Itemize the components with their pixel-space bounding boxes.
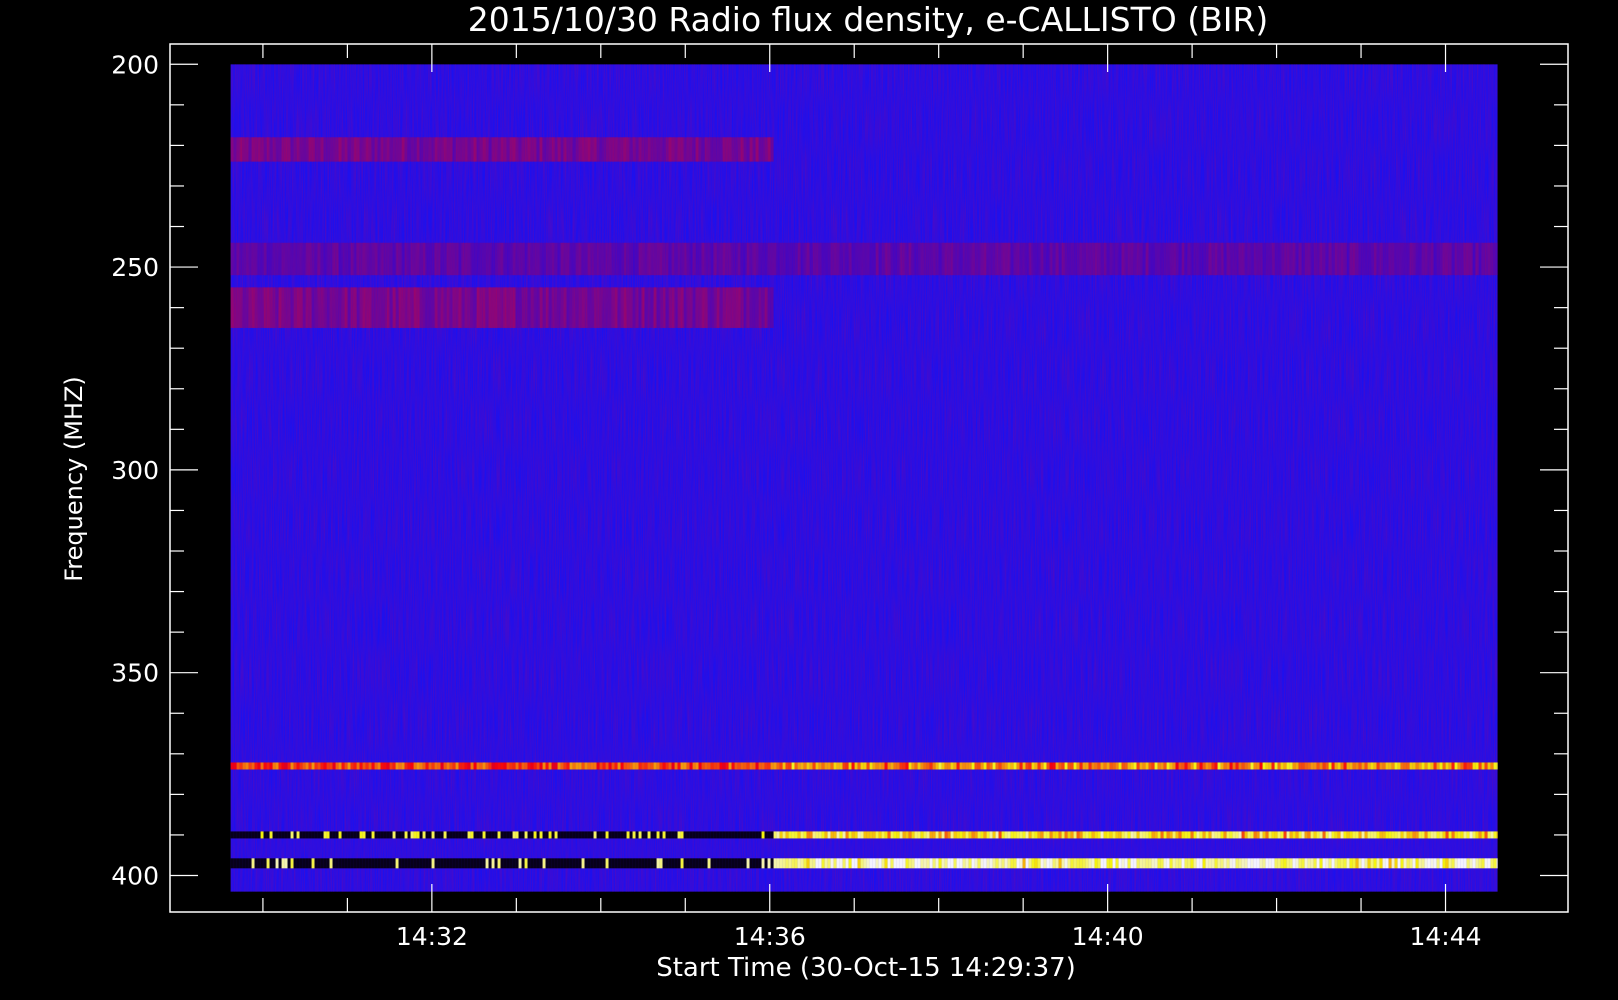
chart-title: 2015/10/30 Radio flux density, e-CALLIST… [468,0,1269,39]
y-tick-label: 400 [111,861,159,890]
y-tick-label: 300 [111,456,159,485]
y-tick-label: 250 [111,253,159,282]
spectrogram-feature-line [230,858,1498,869]
y-tick-label: 350 [111,659,159,688]
spectrogram-feature-band [230,242,1498,276]
spectrogram-feature-band [230,287,774,328]
x-tick-label: 14:36 [734,922,806,951]
x-axis-label: Start Time (30-Oct-15 14:29:37) [656,953,1076,983]
spectrogram-feature-band [230,137,774,162]
spectrogram-feature-line [230,762,1498,770]
x-tick-label: 14:32 [396,922,468,951]
x-tick-label: 14:44 [1409,922,1481,951]
spectrogram-data [230,64,1498,892]
y-axis-label: Frequency (MHZ) [60,376,88,582]
x-tick-label: 14:40 [1072,922,1144,951]
spectrogram-feature-line [230,831,1498,839]
y-tick-label: 200 [111,50,159,79]
spectrogram-chart: 2015/10/30 Radio flux density, e-CALLIST… [60,0,1569,983]
